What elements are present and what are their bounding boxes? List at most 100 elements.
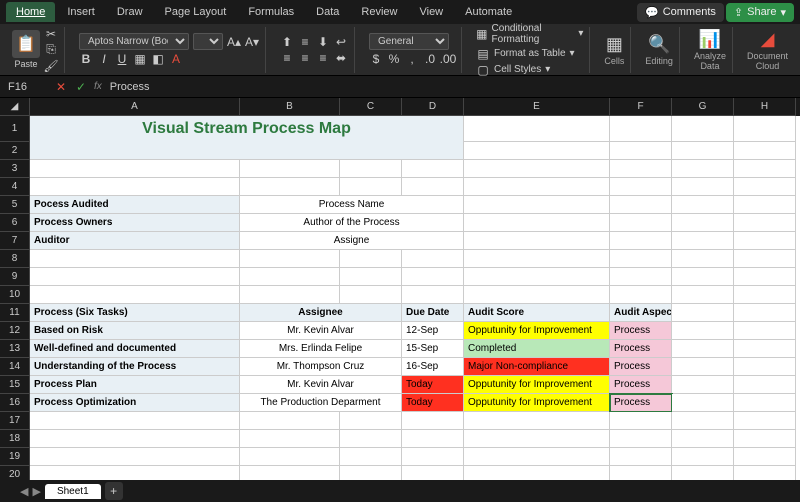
row-header[interactable]: 16: [0, 394, 30, 412]
formula-input[interactable]: Process: [108, 79, 796, 95]
score-cell[interactable]: Completed: [464, 340, 610, 358]
assignee-cell[interactable]: The Production Deparment: [240, 394, 402, 412]
size-select[interactable]: 11: [193, 33, 223, 50]
col-header[interactable]: D: [402, 98, 464, 116]
score-cell[interactable]: Opputunity for Improvement: [464, 322, 610, 340]
select-all-corner[interactable]: ◢: [0, 98, 30, 116]
col-header[interactable]: C: [340, 98, 402, 116]
font-select[interactable]: Aptos Narrow (Bod...: [79, 33, 189, 50]
aspect-cell[interactable]: Process: [610, 340, 672, 358]
row-header[interactable]: 20: [0, 466, 30, 480]
format-as-table[interactable]: ▤Format as Table ▾: [476, 47, 583, 61]
task-cell[interactable]: Understanding of the Process: [30, 358, 240, 376]
confirm-icon[interactable]: ✓: [74, 80, 88, 94]
row-header[interactable]: 13: [0, 340, 30, 358]
row-header[interactable]: 19: [0, 448, 30, 466]
col-header[interactable]: F: [610, 98, 672, 116]
tab-formulas[interactable]: Formulas: [238, 2, 304, 22]
tab-data[interactable]: Data: [306, 2, 349, 22]
row-header[interactable]: 11: [0, 304, 30, 322]
tab-automate[interactable]: Automate: [455, 2, 522, 22]
col-header[interactable]: B: [240, 98, 340, 116]
row-header[interactable]: 5: [0, 196, 30, 214]
align-center-icon[interactable]: ≡: [298, 51, 312, 65]
align-left-icon[interactable]: ≡: [280, 51, 294, 65]
dec-decimal-icon[interactable]: .00: [441, 52, 455, 66]
meta-label[interactable]: Auditor: [30, 232, 240, 250]
row-header[interactable]: 1: [0, 116, 30, 142]
title-cell[interactable]: Visual Stream Process Map: [30, 116, 464, 142]
merge-icon[interactable]: ⬌: [334, 51, 348, 65]
row-header[interactable]: 7: [0, 232, 30, 250]
score-cell[interactable]: Major Non-compliance: [464, 358, 610, 376]
score-cell[interactable]: Opputunity for Improvement: [464, 376, 610, 394]
tab-draw[interactable]: Draw: [107, 2, 153, 22]
row-header[interactable]: 4: [0, 178, 30, 196]
add-sheet-button[interactable]: +: [105, 482, 123, 500]
conditional-formatting[interactable]: ▦Conditional Formatting ▾: [476, 23, 583, 45]
aspect-cell[interactable]: Process: [610, 322, 672, 340]
meta-value[interactable]: Assigne: [240, 232, 464, 250]
cell-styles[interactable]: ▢Cell Styles ▾: [476, 63, 583, 77]
tab-home[interactable]: Home: [6, 2, 55, 22]
table-header[interactable]: Assignee: [240, 304, 402, 322]
copy-icon[interactable]: ⎘: [44, 43, 58, 57]
score-cell[interactable]: Opputunity for Improvement: [464, 394, 610, 412]
cancel-icon[interactable]: ✕: [54, 80, 68, 94]
format-painter-icon[interactable]: 🖌: [44, 59, 58, 73]
editing-group[interactable]: 🔍Editing: [639, 27, 680, 73]
row-header[interactable]: 3: [0, 160, 30, 178]
duedate-cell[interactable]: Today: [402, 376, 464, 394]
increase-font-icon[interactable]: A▴: [227, 35, 241, 49]
meta-value[interactable]: Process Name: [240, 196, 464, 214]
assignee-cell[interactable]: Mr. Kevin Alvar: [240, 322, 402, 340]
meta-label[interactable]: Pocess Audited: [30, 196, 240, 214]
sheet-nav-left-icon[interactable]: ◀: [20, 485, 28, 498]
fx-icon[interactable]: fx: [94, 81, 102, 92]
assignee-cell[interactable]: Mrs. Erlinda Felipe: [240, 340, 402, 358]
currency-icon[interactable]: $: [369, 52, 383, 66]
align-right-icon[interactable]: ≡: [316, 51, 330, 65]
paste-icon[interactable]: 📋: [12, 30, 40, 58]
col-header[interactable]: A: [30, 98, 240, 116]
row-header[interactable]: 8: [0, 250, 30, 268]
sheet-nav-right-icon[interactable]: ▶: [32, 485, 40, 498]
assignee-cell[interactable]: Mr. Kevin Alvar: [240, 376, 402, 394]
align-bot-icon[interactable]: ⬇: [316, 35, 330, 49]
row-header[interactable]: 18: [0, 430, 30, 448]
decrease-font-icon[interactable]: A▾: [245, 35, 259, 49]
row-header[interactable]: 6: [0, 214, 30, 232]
task-cell[interactable]: Based on Risk: [30, 322, 240, 340]
table-header[interactable]: Audit Aspect: [610, 304, 672, 322]
task-cell[interactable]: Process Optimization: [30, 394, 240, 412]
table-header[interactable]: Due Date: [402, 304, 464, 322]
percent-icon[interactable]: %: [387, 52, 401, 66]
task-cell[interactable]: Process Plan: [30, 376, 240, 394]
spreadsheet-grid[interactable]: ◢ A B C D E F G H 1Visual Stream Process…: [0, 98, 800, 480]
document-cloud-group[interactable]: ◢Document Cloud: [741, 27, 794, 73]
row-header[interactable]: 17: [0, 412, 30, 430]
duedate-cell[interactable]: 12-Sep: [402, 322, 464, 340]
wrap-icon[interactable]: ↩: [334, 35, 348, 49]
col-header[interactable]: E: [464, 98, 610, 116]
table-header[interactable]: Audit Score: [464, 304, 610, 322]
row-header[interactable]: 14: [0, 358, 30, 376]
assignee-cell[interactable]: Mr. Thompson Cruz: [240, 358, 402, 376]
aspect-cell[interactable]: Process: [610, 358, 672, 376]
align-top-icon[interactable]: ⬆: [280, 35, 294, 49]
tab-review[interactable]: Review: [351, 2, 407, 22]
duedate-cell[interactable]: 15-Sep: [402, 340, 464, 358]
sheet-tab[interactable]: Sheet1: [45, 484, 101, 499]
meta-value[interactable]: Author of the Process: [240, 214, 464, 232]
row-header[interactable]: 12: [0, 322, 30, 340]
comma-icon[interactable]: ,: [405, 52, 419, 66]
aspect-cell[interactable]: Process: [610, 394, 672, 412]
col-header[interactable]: G: [672, 98, 734, 116]
aspect-cell[interactable]: Process: [610, 376, 672, 394]
font-color-icon[interactable]: A: [169, 52, 183, 66]
name-box[interactable]: F16: [4, 79, 48, 95]
row-header[interactable]: 2: [0, 142, 30, 160]
cells-group[interactable]: ▦Cells: [598, 27, 631, 73]
fill-color-icon[interactable]: ◧: [151, 52, 165, 66]
row-header[interactable]: 9: [0, 268, 30, 286]
